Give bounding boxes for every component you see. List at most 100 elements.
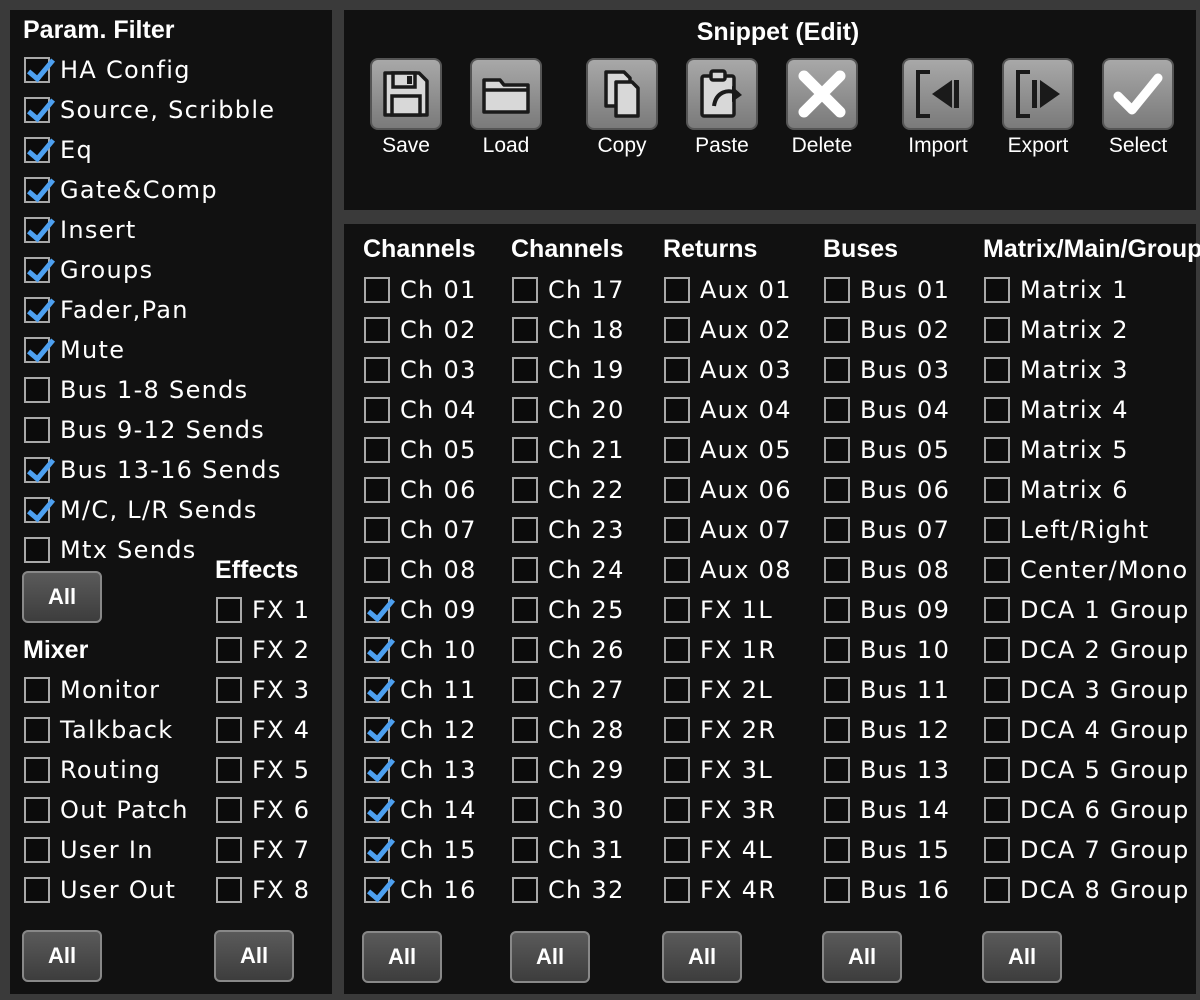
load-button[interactable] <box>470 58 542 130</box>
channels-1-row-ch-10[interactable]: Ch 10 <box>364 630 477 670</box>
mixer-checkbox-routing[interactable] <box>24 757 50 783</box>
channels-2-row-ch-32[interactable]: Ch 32 <box>512 870 625 910</box>
channels-1-row-ch-13[interactable]: Ch 13 <box>364 750 477 790</box>
matrix-checkbox-dca-5-group[interactable] <box>984 757 1010 783</box>
param-filter-row-insert[interactable]: Insert <box>24 210 137 250</box>
channels-1-row-ch-05[interactable]: Ch 05 <box>364 430 477 470</box>
param-filter-all-button[interactable]: All <box>22 571 102 623</box>
matrix-checkbox-matrix-3[interactable] <box>984 357 1010 383</box>
channels-2-checkbox-ch-23[interactable] <box>512 517 538 543</box>
returns-checkbox-fx-1r[interactable] <box>664 637 690 663</box>
buses-row-bus-05[interactable]: Bus 05 <box>824 430 950 470</box>
returns-row-aux-07[interactable]: Aux 07 <box>664 510 792 550</box>
delete-button[interactable] <box>786 58 858 130</box>
matrix-checkbox-center-mono[interactable] <box>984 557 1010 583</box>
param-filter-checkbox-groups[interactable] <box>24 257 50 283</box>
channels-1-row-ch-14[interactable]: Ch 14 <box>364 790 477 830</box>
matrix-checkbox-left-right[interactable] <box>984 517 1010 543</box>
channels-2-checkbox-ch-29[interactable] <box>512 757 538 783</box>
param-filter-checkbox-eq[interactable] <box>24 137 50 163</box>
buses-checkbox-bus-15[interactable] <box>824 837 850 863</box>
channels-2-checkbox-ch-27[interactable] <box>512 677 538 703</box>
buses-checkbox-bus-09[interactable] <box>824 597 850 623</box>
mixer-checkbox-monitor[interactable] <box>24 677 50 703</box>
buses-checkbox-bus-01[interactable] <box>824 277 850 303</box>
buses-checkbox-bus-07[interactable] <box>824 517 850 543</box>
returns-row-fx-4l[interactable]: FX 4L <box>664 830 773 870</box>
buses-checkbox-bus-11[interactable] <box>824 677 850 703</box>
channels-1-row-ch-15[interactable]: Ch 15 <box>364 830 477 870</box>
effects-checkbox-fx-2[interactable] <box>216 637 242 663</box>
effects-row-fx-7[interactable]: FX 7 <box>216 830 310 870</box>
buses-row-bus-12[interactable]: Bus 12 <box>824 710 950 750</box>
channels-2-row-ch-24[interactable]: Ch 24 <box>512 550 625 590</box>
buses-checkbox-bus-13[interactable] <box>824 757 850 783</box>
channels-1-checkbox-ch-11[interactable] <box>364 677 390 703</box>
matrix-row-matrix-4[interactable]: Matrix 4 <box>984 390 1129 430</box>
paste-button[interactable] <box>686 58 758 130</box>
returns-row-aux-05[interactable]: Aux 05 <box>664 430 792 470</box>
matrix-row-matrix-2[interactable]: Matrix 2 <box>984 310 1129 350</box>
channels-1-row-ch-08[interactable]: Ch 08 <box>364 550 477 590</box>
channels-1-checkbox-ch-10[interactable] <box>364 637 390 663</box>
buses-all-button[interactable]: All <box>822 931 902 983</box>
mixer-row-out-patch[interactable]: Out Patch <box>24 790 189 830</box>
buses-checkbox-bus-05[interactable] <box>824 437 850 463</box>
returns-all-button[interactable]: All <box>662 931 742 983</box>
channels-1-checkbox-ch-06[interactable] <box>364 477 390 503</box>
returns-checkbox-fx-1l[interactable] <box>664 597 690 623</box>
channels-2-checkbox-ch-32[interactable] <box>512 877 538 903</box>
select-button[interactable] <box>1102 58 1174 130</box>
effects-checkbox-fx-7[interactable] <box>216 837 242 863</box>
buses-row-bus-16[interactable]: Bus 16 <box>824 870 950 910</box>
matrix-row-dca-1-group[interactable]: DCA 1 Group <box>984 590 1190 630</box>
effects-checkbox-fx-3[interactable] <box>216 677 242 703</box>
matrix-row-center-mono[interactable]: Center/Mono <box>984 550 1188 590</box>
mixer-checkbox-talkback[interactable] <box>24 717 50 743</box>
channels-2-checkbox-ch-20[interactable] <box>512 397 538 423</box>
channels-2-row-ch-22[interactable]: Ch 22 <box>512 470 625 510</box>
channels-2-checkbox-ch-18[interactable] <box>512 317 538 343</box>
channels-1-checkbox-ch-02[interactable] <box>364 317 390 343</box>
param-filter-checkbox-insert[interactable] <box>24 217 50 243</box>
channels-2-checkbox-ch-25[interactable] <box>512 597 538 623</box>
channels-2-row-ch-27[interactable]: Ch 27 <box>512 670 625 710</box>
matrix-checkbox-matrix-5[interactable] <box>984 437 1010 463</box>
effects-all-button[interactable]: All <box>214 930 294 982</box>
mixer-row-user-out[interactable]: User Out <box>24 870 176 910</box>
channels-2-row-ch-20[interactable]: Ch 20 <box>512 390 625 430</box>
param-filter-row-mute[interactable]: Mute <box>24 330 125 370</box>
buses-row-bus-09[interactable]: Bus 09 <box>824 590 950 630</box>
channels-1-row-ch-07[interactable]: Ch 07 <box>364 510 477 550</box>
buses-row-bus-07[interactable]: Bus 07 <box>824 510 950 550</box>
param-filter-checkbox-bus-9-12-sends[interactable] <box>24 417 50 443</box>
effects-checkbox-fx-4[interactable] <box>216 717 242 743</box>
buses-row-bus-11[interactable]: Bus 11 <box>824 670 950 710</box>
matrix-row-dca-6-group[interactable]: DCA 6 Group <box>984 790 1190 830</box>
effects-checkbox-fx-8[interactable] <box>216 877 242 903</box>
channels-1-checkbox-ch-12[interactable] <box>364 717 390 743</box>
param-filter-row-groups[interactable]: Groups <box>24 250 153 290</box>
channels-1-checkbox-ch-01[interactable] <box>364 277 390 303</box>
channels-1-row-ch-16[interactable]: Ch 16 <box>364 870 477 910</box>
save-button[interactable] <box>370 58 442 130</box>
channels-2-row-ch-21[interactable]: Ch 21 <box>512 430 625 470</box>
channels-1-checkbox-ch-13[interactable] <box>364 757 390 783</box>
matrix-row-dca-8-group[interactable]: DCA 8 Group <box>984 870 1190 910</box>
param-filter-row-fader-pan[interactable]: Fader,Pan <box>24 290 189 330</box>
channels-2-row-ch-23[interactable]: Ch 23 <box>512 510 625 550</box>
mixer-checkbox-out-patch[interactable] <box>24 797 50 823</box>
channels-1-row-ch-03[interactable]: Ch 03 <box>364 350 477 390</box>
returns-checkbox-fx-4r[interactable] <box>664 877 690 903</box>
channels-1-row-ch-12[interactable]: Ch 12 <box>364 710 477 750</box>
export-button[interactable] <box>1002 58 1074 130</box>
channels-2-checkbox-ch-22[interactable] <box>512 477 538 503</box>
returns-checkbox-aux-02[interactable] <box>664 317 690 343</box>
channels-1-checkbox-ch-07[interactable] <box>364 517 390 543</box>
matrix-checkbox-matrix-1[interactable] <box>984 277 1010 303</box>
channels-2-checkbox-ch-31[interactable] <box>512 837 538 863</box>
buses-checkbox-bus-06[interactable] <box>824 477 850 503</box>
buses-row-bus-03[interactable]: Bus 03 <box>824 350 950 390</box>
effects-row-fx-1[interactable]: FX 1 <box>216 590 310 630</box>
returns-row-aux-03[interactable]: Aux 03 <box>664 350 792 390</box>
